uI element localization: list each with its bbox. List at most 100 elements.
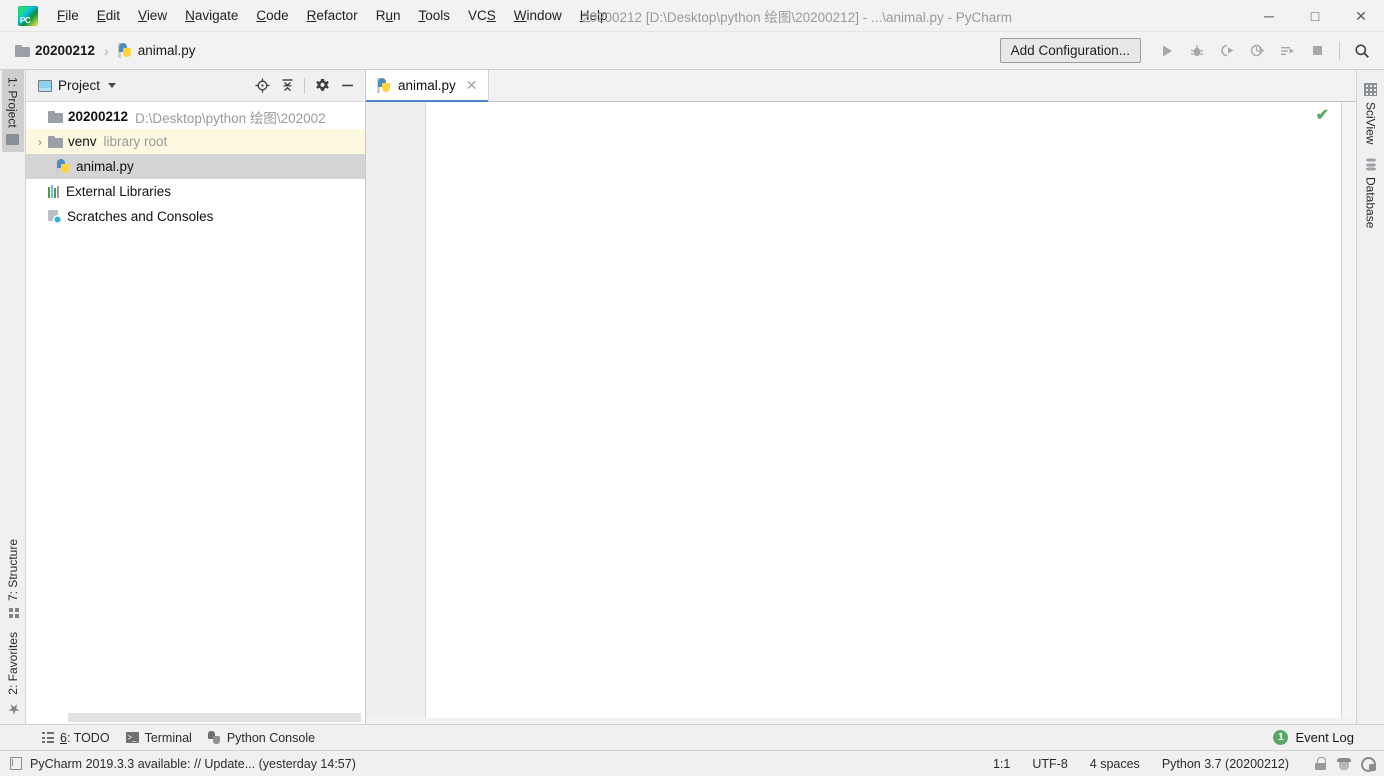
menu-run[interactable]: Run	[367, 3, 410, 28]
python-console-icon	[207, 731, 221, 744]
project-panel-title-dropdown[interactable]: Project	[34, 76, 120, 95]
tab-label: animal.py	[398, 78, 456, 93]
close-button[interactable]: ✕	[1338, 0, 1384, 32]
sidebar-item-database[interactable]: Database	[1360, 151, 1382, 235]
lock-icon[interactable]	[1314, 757, 1327, 770]
folder-icon	[15, 44, 30, 57]
run-with-tests-icon[interactable]	[1273, 37, 1301, 65]
menu-edit[interactable]: Edit	[88, 3, 129, 28]
inspection-status-icon[interactable]: ✔	[1316, 108, 1329, 124]
editor-right-gutter	[1342, 102, 1356, 718]
caret-position[interactable]: 1:1	[990, 755, 1013, 773]
menu-navigate[interactable]: Navigate	[176, 3, 247, 28]
bottom-tool-stripe: 6: TODO >_ Terminal Python Console 1 Eve…	[0, 724, 1384, 750]
menu-refactor[interactable]: Refactor	[298, 3, 367, 28]
scrollbar-thumb[interactable]	[68, 713, 361, 722]
sidebar-item-structure-label: 7: Structure	[5, 539, 20, 602]
tree-item-label: animal.py	[76, 159, 134, 174]
navigation-bar: 20200212 › animal.py Add Configuration..…	[0, 32, 1384, 70]
sidebar-item-favorites[interactable]: ★ 2: Favorites	[2, 625, 24, 724]
star-icon: ★	[4, 701, 21, 717]
grid-icon	[1364, 83, 1377, 96]
debug-icon[interactable]	[1183, 37, 1211, 65]
event-log-label: Event Log	[1295, 730, 1354, 745]
library-icon	[48, 185, 61, 198]
tree-item-label: 20200212	[68, 109, 129, 124]
tree-item-external-libraries[interactable]: External Libraries	[26, 179, 365, 204]
tool-window-python-console[interactable]: Python Console	[200, 728, 323, 748]
file-encoding[interactable]: UTF-8	[1029, 755, 1070, 773]
tool-window-todo-label: 6: TODO	[60, 730, 110, 745]
project-tree[interactable]: 20200212 D:\Desktop\python 绘图\202002 › v…	[26, 102, 365, 711]
menu-view[interactable]: View	[129, 3, 176, 28]
maximize-button[interactable]: □	[1292, 0, 1338, 32]
menu-help[interactable]: Help	[571, 3, 617, 28]
title-bar: File Edit View Navigate Code Refactor Ru…	[0, 0, 1384, 32]
tree-item-venv[interactable]: › venv library root	[26, 129, 365, 154]
breadcrumb-separator: ›	[104, 42, 109, 59]
project-folder-icon	[6, 133, 19, 145]
python-interpreter[interactable]: Python 3.7 (20200212)	[1159, 755, 1292, 773]
panel-action-divider	[304, 77, 305, 94]
settings-gear-icon[interactable]	[310, 74, 334, 98]
breadcrumb: 20200212 › animal.py	[10, 40, 201, 61]
left-tool-stripe: 1: Project 7: Structure ★ 2: Favorites	[0, 70, 26, 724]
sidebar-item-structure[interactable]: 7: Structure	[2, 532, 24, 625]
locate-icon[interactable]	[250, 74, 274, 98]
terminal-icon: >_	[125, 732, 139, 743]
event-log-button[interactable]: 1 Event Log	[1273, 730, 1384, 745]
status-message-area[interactable]: PyCharm 2019.3.3 available: // Update...…	[10, 757, 356, 771]
sidebar-item-sciview[interactable]: SciView	[1360, 76, 1382, 151]
chevron-down-icon	[108, 83, 117, 88]
structure-icon	[7, 607, 19, 619]
menu-tools[interactable]: Tools	[409, 3, 459, 28]
breadcrumb-file[interactable]: animal.py	[113, 40, 201, 61]
settings-search-icon[interactable]	[1361, 756, 1376, 772]
tab-animal-py[interactable]: animal.py ✕	[366, 70, 489, 102]
search-everywhere-icon[interactable]	[1348, 37, 1376, 65]
folder-icon	[48, 110, 63, 123]
inspector-face-icon[interactable]	[1337, 757, 1351, 770]
close-icon[interactable]: ✕	[466, 77, 478, 94]
tool-window-terminal-label: Terminal	[144, 730, 192, 745]
tree-item-animal-py[interactable]: animal.py	[26, 154, 365, 179]
sidebar-item-database-label: Database	[1363, 177, 1378, 229]
status-bar-icons	[1314, 756, 1376, 772]
status-bar-right: 1:1 UTF-8 4 spaces Python 3.7 (20200212)	[990, 755, 1376, 773]
database-icon	[1364, 158, 1377, 172]
minimize-button[interactable]: ─	[1246, 0, 1292, 32]
profile-icon[interactable]	[1243, 37, 1271, 65]
chevron-right-icon[interactable]: ›	[32, 135, 48, 149]
status-message: PyCharm 2019.3.3 available: // Update...…	[30, 756, 356, 771]
status-bar: PyCharm 2019.3.3 available: // Update...…	[0, 750, 1384, 776]
project-tool-window: Project 20200212 D:\Desktop\python 绘图\20…	[26, 70, 366, 724]
tree-item-label: Scratches and Consoles	[67, 209, 214, 224]
sidebar-item-favorites-label: 2: Favorites	[5, 632, 20, 695]
tree-item-scratches-and-consoles[interactable]: Scratches and Consoles	[26, 204, 365, 229]
tree-item-sublabel: D:\Desktop\python 绘图\202002	[135, 110, 326, 126]
collapse-all-icon[interactable]	[275, 74, 299, 98]
tool-window-todo[interactable]: 6: TODO	[34, 728, 118, 748]
run-with-coverage-icon[interactable]	[1213, 37, 1241, 65]
sidebar-item-project[interactable]: 1: Project	[1, 70, 24, 152]
editor-gutter[interactable]	[366, 102, 426, 718]
breadcrumb-project[interactable]: 20200212	[10, 40, 100, 61]
hide-panel-icon[interactable]	[335, 74, 359, 98]
tool-window-terminal[interactable]: >_ Terminal	[118, 728, 200, 748]
add-configuration-button[interactable]: Add Configuration...	[999, 38, 1141, 63]
tree-item-project-root[interactable]: 20200212 D:\Desktop\python 绘图\202002	[26, 104, 365, 129]
python-file-icon	[377, 78, 392, 93]
stop-icon[interactable]	[1303, 37, 1331, 65]
code-editor[interactable]: ✔	[426, 102, 1342, 718]
menu-file[interactable]: File	[48, 3, 88, 28]
project-tree-horizontal-scrollbar[interactable]	[26, 711, 365, 724]
menu-code[interactable]: Code	[247, 3, 297, 28]
run-icon[interactable]	[1153, 37, 1181, 65]
folder-icon	[48, 135, 63, 148]
indent-setting[interactable]: 4 spaces	[1087, 755, 1143, 773]
menu-vcs[interactable]: VCS	[459, 3, 505, 28]
breadcrumb-file-label: animal.py	[137, 43, 196, 58]
breadcrumb-project-label: 20200212	[35, 43, 96, 58]
pycharm-logo-icon	[18, 5, 38, 26]
menu-window[interactable]: Window	[505, 3, 571, 28]
